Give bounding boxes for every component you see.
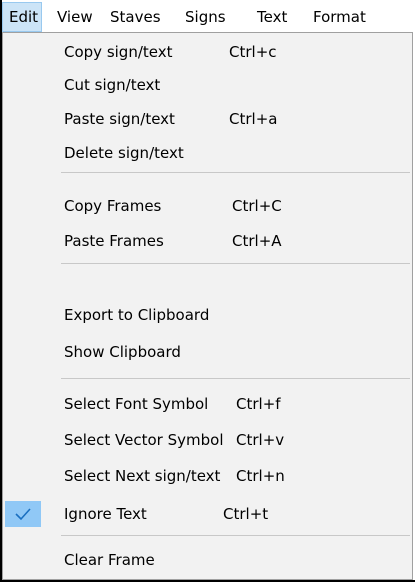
menu-item-shortcut: Ctrl+a bbox=[229, 110, 278, 128]
menu-separator bbox=[61, 535, 410, 536]
menu-item-shortcut: Ctrl+A bbox=[232, 232, 282, 250]
menu-separator bbox=[61, 378, 410, 379]
menu-item-select-next-sign-text[interactable]: Select Next sign/text Ctrl+n bbox=[3, 461, 412, 491]
menu-edit[interactable]: Edit bbox=[2, 2, 42, 32]
menu-item-clear-frame[interactable]: Clear Frame bbox=[3, 545, 412, 575]
checked-highlight bbox=[5, 501, 41, 527]
menu-item-label: Select Font Symbol bbox=[64, 395, 209, 413]
menu-item-show-clipboard[interactable]: Show Clipboard bbox=[3, 337, 412, 367]
menu-item-paste-frames[interactable]: Paste Frames Ctrl+A bbox=[3, 226, 412, 256]
menu-item-label: Paste Frames bbox=[64, 232, 164, 250]
menu-item-label: Export to Clipboard bbox=[64, 306, 210, 324]
menu-item-label: Copy Frames bbox=[64, 197, 162, 215]
menu-item-label: Select Next sign/text bbox=[64, 467, 221, 485]
menu-item-shortcut: Ctrl+v bbox=[236, 431, 285, 449]
menu-item-select-font-symbol[interactable]: Select Font Symbol Ctrl+f bbox=[3, 389, 412, 419]
menu-item-shortcut: Ctrl+n bbox=[236, 467, 285, 485]
menu-item-label: Paste sign/text bbox=[64, 110, 175, 128]
menu-item-copy-sign-text[interactable]: Copy sign/text Ctrl+c bbox=[3, 37, 412, 67]
menu-view[interactable]: View bbox=[57, 2, 93, 32]
menu-item-cut-sign-text[interactable]: Cut sign/text bbox=[3, 70, 412, 100]
application-window: Edit View Staves Signs Text Format Copy … bbox=[0, 0, 415, 582]
menu-item-shortcut: Ctrl+C bbox=[232, 197, 282, 215]
menu-item-label: Cut sign/text bbox=[64, 76, 161, 94]
checkmark-icon bbox=[15, 508, 31, 521]
menu-separator bbox=[61, 172, 410, 173]
menu-item-paste-sign-text[interactable]: Paste sign/text Ctrl+a bbox=[3, 104, 412, 134]
menu-item-select-vector-symbol[interactable]: Select Vector Symbol Ctrl+v bbox=[3, 425, 412, 455]
menu-item-label: Delete sign/text bbox=[64, 144, 184, 162]
menu-item-shortcut: Ctrl+f bbox=[236, 395, 281, 413]
menu-item-label: Show Clipboard bbox=[64, 343, 181, 361]
menu-item-shortcut: Ctrl+t bbox=[223, 505, 269, 523]
menu-text[interactable]: Text bbox=[257, 2, 287, 32]
menu-item-label: Ignore Text bbox=[64, 505, 147, 523]
menu-item-delete-sign-text[interactable]: Delete sign/text bbox=[3, 138, 412, 168]
menu-item-copy-frames[interactable]: Copy Frames Ctrl+C bbox=[3, 191, 412, 221]
menu-bar: Edit View Staves Signs Text Format bbox=[2, 2, 415, 32]
edit-menu-dropdown: Copy sign/text Ctrl+c Cut sign/text Past… bbox=[2, 32, 413, 580]
menu-separator bbox=[61, 263, 410, 264]
menu-item-shortcut: Ctrl+c bbox=[229, 43, 277, 61]
menu-format[interactable]: Format bbox=[313, 2, 366, 32]
menu-item-ignore-text[interactable]: Ignore Text Ctrl+t bbox=[3, 499, 412, 529]
menu-item-export-to-clipboard[interactable]: Export to Clipboard bbox=[3, 300, 412, 330]
menu-staves[interactable]: Staves bbox=[110, 2, 161, 32]
menu-item-label: Select Vector Symbol bbox=[64, 431, 224, 449]
menu-signs[interactable]: Signs bbox=[185, 2, 226, 32]
menu-item-label: Copy sign/text bbox=[64, 43, 173, 61]
menu-item-label: Clear Frame bbox=[64, 551, 155, 569]
